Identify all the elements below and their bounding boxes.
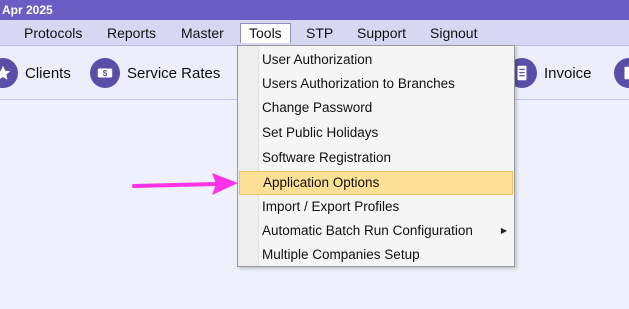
- service-rates-label: Service Rates: [127, 64, 221, 82]
- menu-signout[interactable]: Signout: [422, 23, 485, 43]
- menu-stp[interactable]: STP: [298, 23, 341, 43]
- menu-bar: Protocols Reports Master Tools STP Suppo…: [0, 20, 629, 46]
- menu-tools[interactable]: Tools: [240, 23, 291, 43]
- service-rates-button[interactable]: $ Service Rates: [90, 56, 220, 90]
- pointer-arrow-icon: [132, 173, 238, 195]
- menu-support[interactable]: Support: [349, 23, 414, 43]
- menu-item-software-registration[interactable]: Software Registration: [239, 146, 513, 170]
- submenu-arrow-icon: ▶: [500, 226, 507, 235]
- menu-item-change-password[interactable]: Change Password: [239, 96, 513, 120]
- dollar-icon: $: [90, 58, 120, 88]
- menu-item-users-authorization-branches[interactable]: Users Authorization to Branches: [239, 72, 513, 96]
- title-bar: Apr 2025: [0, 0, 629, 20]
- menu-master[interactable]: Master: [173, 23, 232, 43]
- menu-protocols[interactable]: Protocols: [16, 23, 90, 43]
- menu-item-set-public-holidays[interactable]: Set Public Holidays: [239, 121, 513, 145]
- menu-item-application-options[interactable]: Application Options: [239, 171, 513, 195]
- clients-label: Clients: [25, 64, 71, 82]
- menu-item-automatic-batch-run[interactable]: Automatic Batch Run Configuration ▶: [239, 219, 513, 243]
- menu-item-user-authorization[interactable]: User Authorization: [239, 48, 513, 72]
- star-icon: [0, 58, 18, 88]
- window-title: Apr 2025: [2, 3, 53, 17]
- invoice-button[interactable]: Invoice: [507, 56, 592, 90]
- document-icon: [614, 58, 629, 88]
- invoice-label: Invoice: [544, 64, 592, 82]
- clients-button[interactable]: Clients: [0, 56, 71, 90]
- tools-dropdown-menu: User Authorization Users Authorization t…: [237, 45, 515, 267]
- svg-text:$: $: [103, 69, 108, 78]
- next-toolbar-button[interactable]: [614, 56, 629, 90]
- menu-item-import-export-profiles[interactable]: Import / Export Profiles: [239, 195, 513, 219]
- menu-item-automatic-batch-run-label: Automatic Batch Run Configuration: [262, 223, 473, 238]
- menu-reports[interactable]: Reports: [99, 23, 164, 43]
- menu-item-multiple-companies-setup[interactable]: Multiple Companies Setup: [239, 243, 513, 267]
